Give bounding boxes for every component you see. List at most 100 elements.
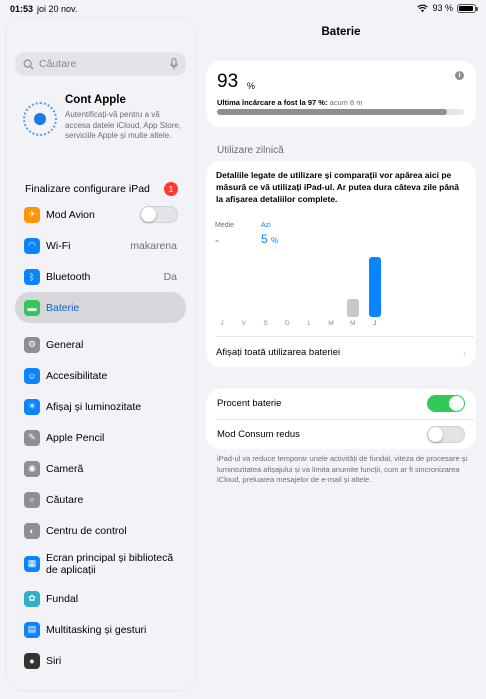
siri-icon: ●	[24, 652, 40, 669]
sidebar-item-mod-avion[interactable]: ✈ Mod Avion	[15, 199, 186, 230]
sidebar-item-label: Bluetooth	[46, 270, 91, 283]
accessibility-icon: ☺	[24, 367, 40, 384]
sidebar-item-label: Cameră	[46, 462, 84, 475]
gear-icon: ⚙	[24, 336, 40, 353]
search-placeholder: Căutare	[39, 58, 77, 70]
sidebar-item-label: Afișaj și luminozitate	[46, 400, 142, 413]
battery-status-icon	[457, 3, 478, 13]
wifi-icon: ◠	[24, 237, 40, 254]
sidebar-item-label: Multitasking și gesturi	[46, 623, 147, 636]
sidebar-item-c-utare[interactable]: ⌕ Căutare	[15, 484, 186, 515]
chevron-right-icon: ›	[463, 348, 466, 358]
sidebar-item-wi-fi[interactable]: ◠ Wi-Fi makarena	[15, 230, 186, 261]
sidebar-item-fundal[interactable]: ✿ Fundal	[15, 583, 186, 614]
sidebar-item-label: Fundal	[46, 592, 79, 605]
sidebar-item-apple-pencil[interactable]: ✎ Apple Pencil	[15, 422, 186, 453]
battery-percentage-toggle[interactable]	[427, 395, 465, 412]
battery-percent: 93	[217, 71, 239, 92]
sidebar-item-label: Baterie	[46, 301, 80, 314]
usage-note: Detaliile legate de utilizare și compara…	[216, 170, 459, 204]
low-power-footnote: iPad-ul va reduce temporar unele activit…	[217, 454, 468, 484]
home-screen-icon: ▦	[24, 555, 40, 572]
sidebar-item-bluetooth[interactable]: ᛒ Bluetooth Da	[15, 261, 186, 292]
sidebar-item-label: Wi-Fi	[46, 239, 71, 252]
last-charge-text: Ultima încărcare a fost la 97 %: acum 8 …	[217, 98, 363, 107]
camera-icon: ◉	[24, 460, 40, 477]
today-label: Azi	[261, 222, 271, 229]
usage-bar[interactable]	[346, 299, 359, 317]
multitasking-icon: ▤	[24, 621, 40, 638]
sidebar-item-label: Apple Pencil	[46, 431, 105, 444]
finish-setup-label: Finalizare configurare iPad	[25, 183, 150, 195]
battery-settings-card: Procent baterie Mod Consum redus	[206, 389, 476, 449]
control-center-icon: ◐	[24, 522, 40, 539]
sidebar-item-siri[interactable]: ● Siri	[15, 645, 186, 676]
sidebar-item-general[interactable]: ⚙ General	[15, 329, 186, 360]
status-bar: 01:53 joi 20 nov. 93 %	[0, 0, 486, 18]
pencil-icon: ✎	[24, 429, 40, 446]
battery-icon: ▬	[24, 299, 40, 316]
sidebar-item-label: Căutare	[46, 493, 84, 506]
day-label: V	[241, 320, 246, 327]
sidebar-item-camer-[interactable]: ◉ Cameră	[15, 453, 186, 484]
battery-level-card: 93 % i Ultima încărcare a fost la 97 %: …	[206, 61, 476, 127]
low-power-mode-toggle[interactable]	[427, 426, 465, 443]
day-label: D	[285, 320, 290, 327]
sidebar-item-accesibilitate[interactable]: ☺ Accesibilitate	[15, 360, 186, 391]
sidebar-item-ecran-principal-i-bibliotec-de-aplica-ii[interactable]: ▦ Ecran principal și bibliotecă de aplica…	[15, 548, 186, 579]
apple-logo-icon	[34, 113, 46, 125]
sidebar-item-label: Ecran principal și bibliotecă de aplicaț…	[46, 551, 174, 576]
airplane-icon: ✈	[24, 206, 40, 223]
daily-usage-chart[interactable]: JVSDLMMJ	[216, 246, 386, 336]
daily-usage-card: Detaliile legate de utilizare și compara…	[206, 161, 476, 367]
sidebar-item-value: Da	[163, 270, 177, 283]
wifi-status-icon	[417, 4, 429, 12]
usage-bar[interactable]	[368, 257, 381, 317]
notification-badge: 1	[164, 182, 178, 196]
bluetooth-icon: ᛒ	[24, 268, 40, 285]
search-field[interactable]: Căutare	[15, 52, 186, 76]
status-date: joi 20 nov.	[37, 4, 78, 14]
show-all-usage-link[interactable]: Afișați toată utilizarea bateriei	[216, 347, 340, 358]
apple-account-avatar	[23, 102, 57, 136]
account-title: Cont Apple	[65, 94, 126, 106]
day-label: S	[263, 320, 268, 327]
apple-account[interactable]: Cont Apple Autentificați-vă pentru a vă …	[6, 90, 196, 160]
sidebar-item-centru-de-control[interactable]: ◐ Centru de control	[15, 515, 186, 546]
sidebar-item-label: Accesibilitate	[46, 369, 108, 382]
sidebar-item-label: Centru de control	[46, 524, 127, 537]
battery-percent-status: 93 %	[432, 3, 453, 13]
day-label: J	[220, 320, 224, 327]
low-power-mode-label: Mod Consum redus	[217, 429, 300, 440]
day-label: M	[328, 320, 334, 327]
info-icon[interactable]: i	[455, 71, 464, 80]
battery-percent-unit: %	[247, 81, 256, 91]
day-label: L	[307, 320, 311, 327]
average-label: Medie	[215, 222, 235, 229]
sidebar-item-afi-aj-i-luminozitate[interactable]: ☀ Afișaj și luminozitate	[15, 391, 186, 422]
account-description: Autentificați-vă pentru a vă accesa date…	[65, 110, 182, 140]
finish-setup-item[interactable]: Finalizare configurare iPad 1	[6, 178, 196, 200]
battery-percentage-label: Procent baterie	[217, 398, 282, 409]
search-icon: ⌕	[24, 491, 40, 508]
today-value: 5 %	[261, 232, 279, 246]
sidebar-item-value: makarena	[130, 239, 177, 252]
sidebar-item-label: Mod Avion	[46, 208, 95, 221]
sidebar: Căutare Cont Apple Autentificați-vă pent…	[6, 18, 196, 690]
average-value: -	[215, 233, 219, 247]
sun-icon: ☀	[24, 398, 40, 415]
airplane-mode-toggle[interactable]	[140, 206, 178, 223]
sidebar-item-baterie[interactable]: ▬ Baterie	[15, 292, 186, 323]
sidebar-item-label: General	[46, 338, 84, 351]
daily-usage-title: Utilizare zilnică	[217, 145, 284, 156]
wallpaper-icon: ✿	[24, 590, 40, 607]
search-icon	[23, 59, 34, 70]
status-time: 01:53	[10, 4, 34, 14]
day-label: M	[350, 320, 356, 327]
microphone-icon[interactable]	[170, 58, 178, 70]
page-title: Baterie	[321, 26, 361, 38]
sidebar-item-multitasking-i-gesturi[interactable]: ▤ Multitasking și gesturi	[15, 614, 186, 645]
day-label: J	[372, 320, 377, 327]
battery-level-bar	[217, 109, 464, 115]
sidebar-item-label: Siri	[46, 654, 62, 667]
